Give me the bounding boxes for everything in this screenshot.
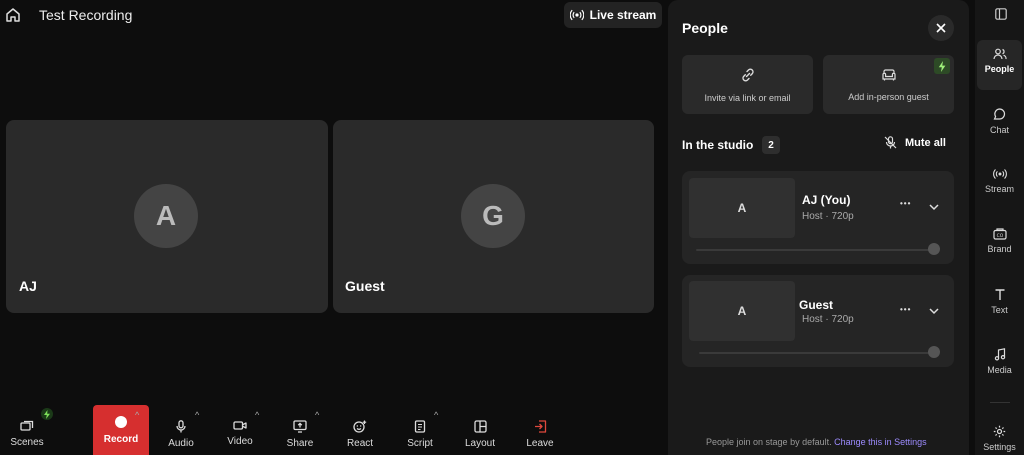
add-guest-label: Add in-person guest (848, 91, 929, 102)
react-button[interactable]: React (335, 420, 385, 449)
share-options-caret[interactable]: ^ (315, 410, 319, 420)
record-icon (115, 415, 127, 428)
participant-role: Host · 720p (802, 314, 854, 325)
studio-section-title: In the studio (682, 138, 754, 152)
camera-icon (233, 420, 247, 431)
record-label: Record (103, 433, 139, 445)
settings-link[interactable]: Change this in Settings (834, 437, 927, 447)
footer-text: People join on stage by default. (706, 437, 832, 447)
rail-stream[interactable]: Stream (975, 168, 1024, 194)
leave-button[interactable]: Leave (515, 420, 565, 449)
avatar: A (134, 184, 198, 248)
script-button[interactable]: Script (395, 420, 445, 449)
layout-icon (473, 420, 487, 433)
scenes-button[interactable]: Scenes (2, 420, 52, 448)
volume-slider-track[interactable] (696, 249, 936, 251)
panel-title: People (682, 20, 728, 36)
home-icon[interactable] (4, 6, 22, 24)
music-icon (994, 348, 1006, 361)
emoji-add-icon (353, 420, 367, 433)
rail-divider (990, 402, 1010, 403)
volume-slider-track[interactable] (699, 352, 937, 354)
participant-thumbnail: A (689, 178, 795, 238)
rail-chat-label: Chat (989, 125, 1009, 135)
mic-off-icon (884, 136, 897, 149)
script-icon (414, 420, 426, 433)
close-panel-button[interactable] (928, 15, 954, 41)
close-icon (936, 23, 946, 33)
rail-text-label: Text (991, 305, 1008, 315)
participant-role: Host · 720p (802, 211, 854, 222)
rail-media[interactable]: Media (975, 348, 1024, 375)
volume-slider-handle[interactable] (928, 346, 940, 358)
audio-button[interactable]: Audio (156, 420, 206, 449)
couch-icon (881, 68, 897, 82)
broadcast-icon (569, 8, 584, 22)
rail-text[interactable]: Text (975, 288, 1024, 315)
video-options-caret[interactable]: ^ (255, 410, 259, 420)
avatar: G (461, 184, 525, 248)
record-options-caret[interactable]: ^ (135, 410, 139, 420)
leave-label: Leave (526, 438, 554, 449)
react-label: React (346, 438, 374, 449)
share-button[interactable]: Share (275, 420, 325, 449)
more-options-button[interactable]: ••• (900, 305, 911, 314)
microphone-icon (175, 420, 187, 433)
share-label: Share (286, 438, 314, 449)
scenes-label: Scenes (10, 437, 44, 448)
participant-name: AJ (You) (802, 193, 851, 207)
panel-toggle-icon[interactable] (995, 8, 1007, 20)
tile-name: Guest (345, 278, 385, 294)
more-options-button[interactable]: ••• (900, 199, 911, 208)
chevron-down-icon[interactable] (928, 203, 940, 211)
rail-chat[interactable]: Chat (975, 108, 1024, 135)
scenes-icon (20, 420, 34, 432)
script-options-caret[interactable]: ^ (434, 410, 438, 420)
participant-tile-aj[interactable]: A AJ (6, 120, 328, 313)
rail-settings-label: Settings (983, 442, 1016, 452)
brand-icon: CO (992, 228, 1007, 240)
invite-card[interactable]: Invite via link or email (682, 55, 813, 114)
layout-label: Layout (464, 438, 496, 449)
rail-people-label: People (984, 64, 1015, 74)
mute-all-label: Mute all (905, 136, 946, 149)
participant-name: Guest (799, 298, 834, 312)
page-title: Test Recording (39, 7, 133, 23)
rail-brand-label: Brand (987, 244, 1012, 254)
studio-count-badge: 2 (762, 136, 780, 154)
broadcast-icon (992, 168, 1007, 180)
audio-label: Audio (168, 438, 194, 449)
rail-settings[interactable]: Settings (975, 425, 1024, 452)
text-icon (994, 288, 1006, 301)
layout-button[interactable]: Layout (455, 420, 505, 449)
footer-note: People join on stage by default. Change … (706, 437, 927, 447)
live-stream-button[interactable]: Live stream (564, 2, 662, 28)
people-icon (992, 48, 1007, 60)
record-button[interactable]: Record (93, 405, 149, 455)
bolt-icon (41, 408, 53, 420)
mute-all-button[interactable]: Mute all (884, 136, 946, 149)
gear-icon (993, 425, 1006, 438)
invite-label: Invite via link or email (704, 92, 791, 103)
bolt-icon (934, 58, 950, 74)
leave-icon (534, 420, 547, 433)
link-icon (740, 67, 756, 83)
share-screen-icon (293, 420, 307, 433)
video-button[interactable]: Video (215, 420, 265, 447)
rail-stream-label: Stream (984, 184, 1014, 194)
video-label: Video (227, 436, 253, 447)
rail-people[interactable]: People (975, 48, 1024, 74)
rail-brand[interactable]: CO Brand (975, 228, 1024, 254)
chevron-down-icon[interactable] (928, 307, 940, 315)
tile-name: AJ (19, 278, 37, 294)
chat-icon (993, 108, 1006, 121)
participant-thumbnail: A (689, 281, 795, 341)
svg-text:CO: CO (996, 233, 1003, 239)
live-stream-label: Live stream (589, 8, 657, 22)
rail-media-label: Media (987, 365, 1012, 375)
script-label: Script (407, 438, 433, 449)
participant-tile-guest[interactable]: G Guest (333, 120, 654, 313)
audio-options-caret[interactable]: ^ (195, 410, 199, 420)
volume-slider-handle[interactable] (928, 243, 940, 255)
